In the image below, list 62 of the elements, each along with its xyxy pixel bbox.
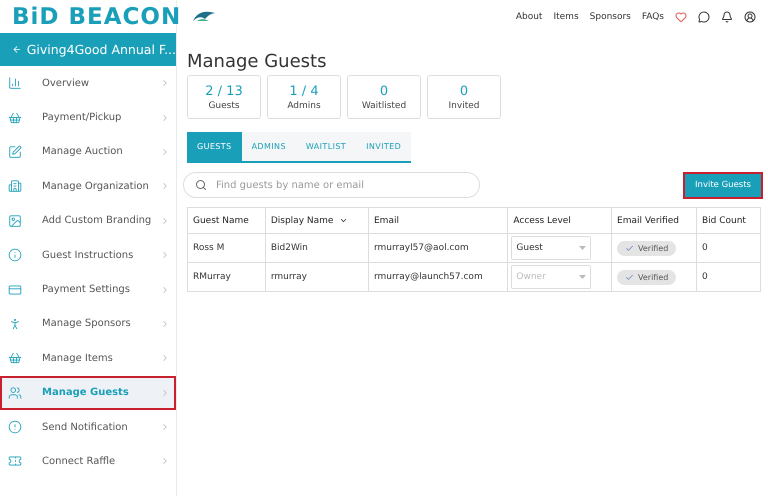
page-title: Manage Guests: [187, 51, 328, 72]
nav-link[interactable]: Items: [553, 12, 579, 22]
basket-icon: [8, 110, 22, 125]
heart-icon[interactable]: [675, 10, 687, 22]
verified-badge: Verified: [617, 270, 676, 284]
caret-icon: [579, 275, 586, 279]
stat-label: Guests: [208, 100, 240, 110]
column-header: Email: [368, 208, 508, 234]
user-icon[interactable]: [744, 10, 756, 22]
image-icon: [8, 214, 22, 228]
sidebar-item[interactable]: Payment/Pickup: [0, 100, 176, 135]
sidebar-item[interactable]: Guest Instructions: [0, 238, 176, 272]
table-cell: rmurray: [265, 262, 368, 292]
info-icon: [8, 248, 22, 262]
person-icon: [8, 316, 22, 331]
nav-link[interactable]: Sponsors: [590, 12, 631, 22]
stat-value: 2 / 13: [205, 84, 243, 98]
column-header: Access Level: [508, 208, 612, 234]
stat-label: Invited: [448, 100, 480, 110]
search-field[interactable]: Find guests by name or email: [183, 172, 480, 198]
table-cell: 0: [696, 262, 760, 292]
building-icon: [8, 179, 22, 194]
nav-link[interactable]: About: [516, 12, 542, 22]
brand-logo: BiD BEACON: [11, 2, 176, 32]
table-cell: rmurray@launch57.com: [368, 262, 508, 292]
sidebar-item[interactable]: Add Custom Branding: [0, 204, 176, 238]
stat-value: 0: [380, 84, 388, 98]
chart-icon: [8, 76, 22, 90]
nav-link[interactable]: FAQs: [642, 12, 664, 22]
stat-label: Admins: [287, 100, 321, 110]
notification-icon[interactable]: [721, 10, 733, 22]
sidebar-item[interactable]: Manage Items: [0, 341, 176, 376]
column-header: Bid Count: [696, 208, 760, 234]
sidebar-item[interactable]: Payment Settings: [0, 272, 176, 307]
sidebar-item[interactable]: Manage Auction: [0, 134, 176, 170]
sidebar-item[interactable]: Manage Sponsors: [0, 306, 176, 342]
card-icon: [8, 282, 22, 297]
column-header: Guest Name: [188, 208, 266, 234]
basket-icon: [8, 351, 22, 366]
stat-value: 0: [460, 84, 468, 98]
chat-icon[interactable]: [698, 10, 710, 22]
table-cell: Bid2Win: [265, 234, 368, 262]
search-icon: [195, 179, 207, 191]
table-cell: rmurrayl57@aol.com: [368, 234, 508, 262]
sidebar-item[interactable]: Send Notification: [0, 410, 176, 444]
table-cell: 0: [696, 234, 760, 262]
access-level-dropdown[interactable]: Guest: [511, 236, 592, 260]
column-header: Email Verified: [612, 208, 696, 234]
stat-value: 1 / 4: [289, 84, 319, 98]
sidebar-item[interactable]: Connect Raffle: [0, 444, 176, 479]
alert-icon: [8, 420, 22, 434]
verified-badge: Verified: [617, 240, 676, 256]
ticket-icon: [8, 454, 22, 468]
column-header[interactable]: Display Name: [265, 208, 368, 234]
sidebar-item[interactable]: Manage Organization: [0, 169, 176, 204]
table-cell: Ross M: [188, 234, 266, 262]
table-cell: RMurray: [188, 262, 266, 292]
stat-label: Waitlisted: [362, 100, 406, 110]
sidebar-item[interactable]: Overview: [0, 66, 176, 100]
edit-icon: [8, 144, 22, 159]
caret-icon: [579, 246, 586, 250]
users-icon: [8, 386, 22, 400]
